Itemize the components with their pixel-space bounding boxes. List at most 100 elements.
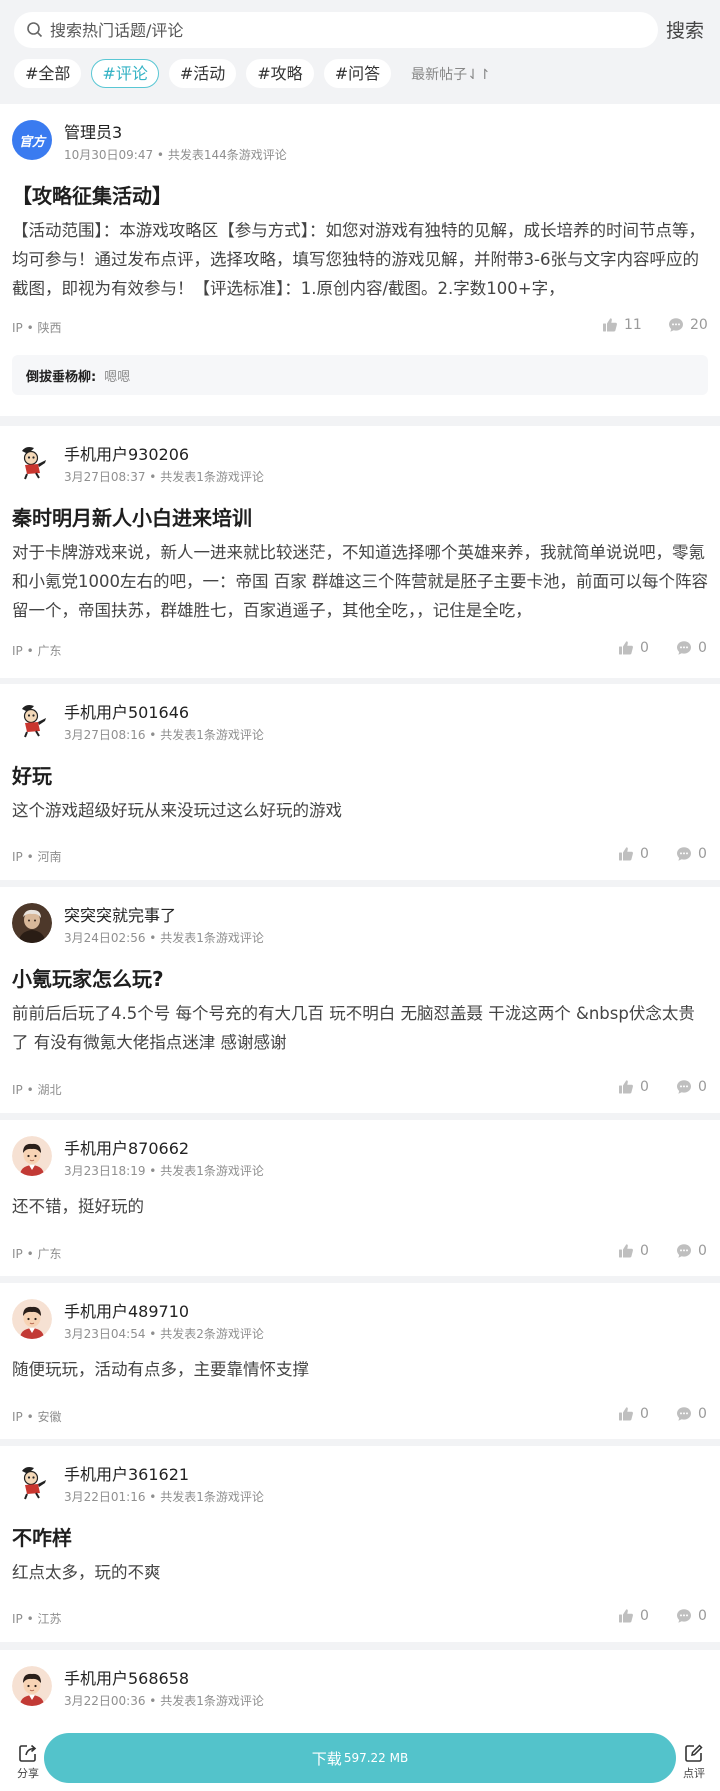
top-bar: 搜索 #全部 #评论 #活动 #攻略 #问答 最新帖子⇃↾ [0, 0, 720, 104]
comment-icon [676, 1608, 692, 1624]
tab-qa[interactable]: #问答 [323, 59, 392, 88]
username[interactable]: 手机用户568658 [64, 1665, 189, 1689]
tab-all[interactable]: #全部 [14, 59, 82, 88]
thumbs-up-icon [602, 317, 618, 333]
thumbs-up-icon [618, 1608, 634, 1624]
like-button[interactable]: 0 [618, 1243, 649, 1259]
comment-button[interactable]: 0 [676, 846, 707, 862]
comment-button[interactable]: 0 [676, 1608, 707, 1624]
like-button[interactable]: 0 [618, 640, 649, 656]
thumbs-up-icon [618, 640, 634, 656]
post-card[interactable]: 手机用户361621 3月22日01:16 • 共发表1条游戏评论 不咋样 红点… [0, 1446, 720, 1642]
review-label: 点评 [683, 1767, 705, 1780]
thumbs-up-icon [618, 1406, 634, 1422]
like-button[interactable]: 11 [602, 317, 642, 333]
post-card[interactable]: 手机用户501646 3月27日08:16 • 共发表1条游戏评论 好玩 这个游… [0, 684, 720, 880]
avatar-official[interactable]: 官方 [12, 120, 52, 160]
comment-button[interactable]: 20 [668, 317, 708, 333]
sort-dropdown[interactable]: 最新帖子⇃↾ [411, 64, 490, 84]
like-count: 0 [640, 1608, 649, 1624]
boy-avatar-icon [12, 1299, 52, 1339]
like-button[interactable]: 0 [618, 1608, 649, 1624]
post-card[interactable]: 手机用户870662 3月23日18:19 • 共发表1条游戏评论 还不错，挺好… [0, 1120, 720, 1276]
post-body: 这个游戏超级好玩从来没玩过这么好玩的游戏 [12, 801, 342, 820]
post-meta: 3月22日01:16 • 共发表1条游戏评论 [64, 1490, 264, 1504]
comment-button[interactable]: 0 [676, 1079, 707, 1095]
comment-button[interactable]: 0 [676, 640, 707, 656]
boy-avatar-icon [12, 1666, 52, 1706]
like-button[interactable]: 0 [618, 1406, 649, 1422]
thumbs-up-icon [618, 846, 634, 862]
username[interactable]: 突突突就完事了 [64, 902, 176, 926]
post-body: 随便玩玩，活动有点多，主要靠情怀支撑 [12, 1360, 309, 1379]
comment-icon [676, 1406, 692, 1422]
reply-preview[interactable]: 倒拔垂杨柳: 嗯嗯 [12, 355, 708, 395]
ip-location: IP • 湖北 [12, 1083, 62, 1097]
avatar[interactable] [12, 700, 52, 740]
official-badge-text: 官方 [18, 134, 45, 150]
like-count: 0 [640, 1406, 649, 1422]
review-button[interactable]: 点评 [680, 1743, 708, 1781]
tab-activity[interactable]: #活动 [168, 59, 237, 88]
username[interactable]: 手机用户930206 [64, 441, 189, 465]
post-title: 【攻略征集活动】 [12, 184, 172, 208]
ip-location: IP • 安徽 [12, 1410, 62, 1424]
like-button[interactable]: 0 [618, 1079, 649, 1095]
comment-count: 0 [698, 1608, 707, 1624]
post-title: 不咋样 [12, 1526, 72, 1550]
comment-icon [676, 1243, 692, 1259]
search-input[interactable] [50, 20, 610, 40]
comment-icon [676, 846, 692, 862]
avatar[interactable] [12, 903, 52, 943]
post-body: 红点太多，玩的不爽 [12, 1563, 161, 1582]
username[interactable]: 手机用户501646 [64, 699, 189, 723]
boy-avatar-icon [12, 1136, 52, 1176]
post-title: 秦时明月新人小白进来培训 [12, 506, 252, 530]
avatar[interactable] [12, 1462, 52, 1502]
ip-location: IP • 河南 [12, 850, 62, 864]
like-count: 0 [640, 640, 649, 656]
tab-review[interactable]: #评论 [91, 59, 159, 88]
thumbs-up-icon [618, 1079, 634, 1095]
post-meta: 3月22日00:36 • 共发表1条游戏评论 [64, 1694, 264, 1708]
photo-avatar-icon [12, 903, 52, 943]
share-icon [19, 1744, 37, 1762]
post-card[interactable]: 手机用户930206 3月27日08:37 • 共发表1条游戏评论 秦时明月新人… [0, 426, 720, 678]
comment-count: 0 [698, 1406, 707, 1422]
download-button[interactable]: 下载 597.22 MB [44, 1733, 676, 1783]
download-label: 下载 [311, 1749, 342, 1768]
username[interactable]: 手机用户361621 [64, 1461, 189, 1485]
comment-button[interactable]: 0 [676, 1406, 707, 1422]
post-card[interactable]: 手机用户489710 3月23日04:54 • 共发表2条游戏评论 随便玩玩，活… [0, 1283, 720, 1439]
cartoon-avatar-icon [12, 442, 52, 482]
comment-count: 0 [698, 846, 707, 862]
ip-location: IP • 广东 [12, 644, 62, 658]
tab-guide[interactable]: #攻略 [246, 59, 314, 88]
like-count: 0 [640, 846, 649, 862]
post-meta: 3月27日08:37 • 共发表1条游戏评论 [64, 470, 264, 484]
reply-text: 嗯嗯 [104, 369, 131, 385]
comment-button[interactable]: 0 [676, 1243, 707, 1259]
avatar[interactable] [12, 442, 52, 482]
avatar[interactable] [12, 1666, 52, 1706]
search-box[interactable] [14, 12, 658, 48]
post-title: 好玩 [12, 764, 52, 788]
username[interactable]: 手机用户489710 [64, 1298, 189, 1322]
post-body: 【活动范围】：本游戏攻略区【参与方式】：如您对游戏有独特的见解，成长培养的时间节… [12, 221, 705, 298]
username[interactable]: 手机用户870662 [64, 1135, 189, 1159]
post-card[interactable]: 官方 管理员3 10月30日09:47 • 共发表144条游戏评论 【攻略征集活… [0, 104, 720, 416]
post-card[interactable]: 突突突就完事了 3月24日02:56 • 共发表1条游戏评论 小氪玩家怎么玩? … [0, 887, 720, 1113]
comment-count: 20 [690, 317, 708, 333]
avatar[interactable] [12, 1299, 52, 1339]
like-button[interactable]: 0 [618, 846, 649, 862]
avatar[interactable] [12, 1136, 52, 1176]
comment-count: 0 [698, 640, 707, 656]
search-button[interactable]: 搜索 [666, 16, 704, 43]
share-button[interactable]: 分享 [14, 1743, 42, 1781]
comment-icon [676, 1079, 692, 1095]
username[interactable]: 管理员3 [64, 119, 122, 143]
post-body: 对于卡牌游戏来说，新人一进来就比较迷茫，不知道选择哪个英雄来养，我就简单说说吧，… [12, 543, 708, 620]
post-title: 小氪玩家怎么玩? [12, 967, 164, 991]
post-meta: 3月27日08:16 • 共发表1条游戏评论 [64, 728, 264, 742]
post-meta: 3月23日18:19 • 共发表1条游戏评论 [64, 1164, 264, 1178]
